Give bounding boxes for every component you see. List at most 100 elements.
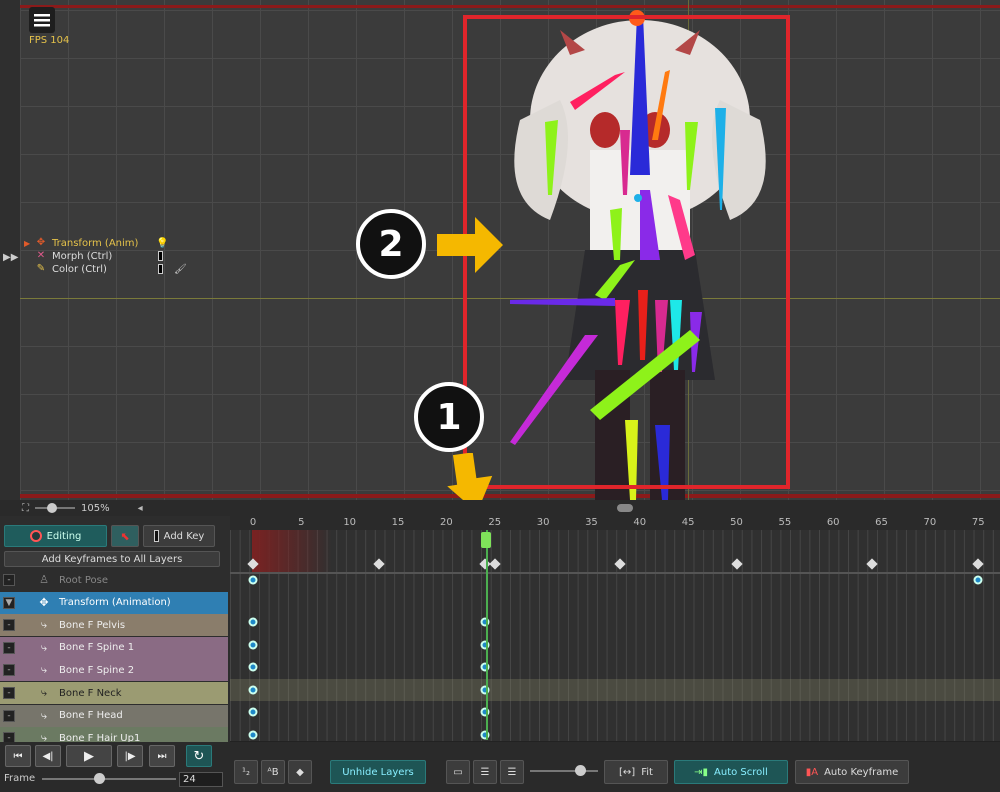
add-keyframes-all-button[interactable]: Add Keyframes to All Layers <box>4 551 220 567</box>
layer-option-transform[interactable]: ▶ ✥ Transform (Anim) 💡 <box>24 237 168 249</box>
brush-icon[interactable]: 🖌 <box>174 264 187 275</box>
frame-slider[interactable] <box>42 773 176 784</box>
first-frame-icon: ⏮ <box>13 750 23 762</box>
zoom-slider-thumb[interactable] <box>47 503 57 513</box>
timeline[interactable]: 0 5 10 15 20 25 30 35 40 45 50 55 60 65 70 75 <box>230 516 1000 742</box>
auto-keyframe-button[interactable]: ▮A Auto Keyframe <box>795 760 909 784</box>
layer-row[interactable]: - ⤷ Bone F Spine 1 <box>0 636 228 659</box>
layer-toggle[interactable]: - <box>3 687 15 699</box>
timeline-zoom-slider[interactable] <box>530 765 598 776</box>
scroll-left-icon[interactable]: ◂ <box>138 503 143 514</box>
fit-button[interactable]: [↔] Fit <box>604 760 668 784</box>
layer-option-color[interactable]: ✎ Color (Ctrl) 🖌 <box>34 263 187 275</box>
layer-row[interactable]: - ♙ Root Pose <box>0 569 228 591</box>
arrow-right-icon <box>437 217 503 273</box>
root-keyframe[interactable] <box>973 575 983 585</box>
layer-row[interactable]: ▼ ✥ Transform (Animation) <box>0 591 228 614</box>
layer-row[interactable]: - ⤷ Bone F Spine 2 <box>0 659 228 682</box>
fit-icon: [↔] <box>619 766 636 778</box>
layer-option-morph[interactable]: ✕ Morph (Ctrl) <box>34 250 163 262</box>
layer-toggle[interactable]: - <box>3 574 15 586</box>
layers-mode-button[interactable]: ◆ <box>288 760 312 784</box>
row-size-small-button[interactable]: ▭ <box>446 760 470 784</box>
ruler-tick-label: 10 <box>343 517 357 528</box>
label-mode-button[interactable]: ᴬB <box>261 760 285 784</box>
color-icon: ✎ <box>36 263 46 274</box>
root-keyframe[interactable] <box>248 575 258 585</box>
layer-toggle[interactable]: - <box>3 664 15 677</box>
timeline-zoom-thumb[interactable] <box>575 765 586 776</box>
layer-toggle[interactable]: - <box>3 709 15 722</box>
next-frame-button[interactable]: |▶ <box>117 745 143 767</box>
prev-frame-button[interactable]: ◀| <box>35 745 61 767</box>
frame-slider-thumb[interactable] <box>94 773 105 784</box>
layer-option-label: Morph (Ctrl) <box>52 250 113 262</box>
layer-row[interactable]: - ⤷ Bone F Head <box>0 704 228 727</box>
ruler-tick-label: 55 <box>778 517 792 528</box>
auto-scroll-label: Auto Scroll <box>714 766 768 778</box>
layer-option-label: Transform (Anim) <box>52 237 139 249</box>
bone-keyframe[interactable] <box>248 730 258 740</box>
ruler-tick-label: 70 <box>923 517 937 528</box>
layer-row[interactable]: - ⤷ Bone F Neck <box>0 682 228 704</box>
auto-keyframe-label: Auto Keyframe <box>824 766 899 778</box>
row-size-medium-button[interactable]: ☰ <box>473 760 497 784</box>
ruler-tick-label: 50 <box>730 517 743 528</box>
add-key-button[interactable]: Add Key <box>143 525 215 547</box>
frame-number-mode-button[interactable]: ¹₂ <box>234 760 258 784</box>
loop-button[interactable]: ↻ <box>186 745 212 767</box>
playhead-handle[interactable] <box>481 532 491 548</box>
layer-name: Bone F Spine 2 <box>59 664 135 676</box>
cursor-lock-icon: ⬉ <box>120 529 130 543</box>
ruler-tick-label: 60 <box>826 517 840 528</box>
bone-icon: ⤷ <box>40 640 48 654</box>
menu-button[interactable] <box>29 7 55 33</box>
step-1-badge: 1 <box>414 382 484 452</box>
zoom-bar: ⛶ 105% ◂ <box>20 500 1000 516</box>
zoom-value: 105% <box>81 502 110 514</box>
layer-toggle[interactable]: ▼ <box>3 596 15 609</box>
record-icon <box>29 530 42 542</box>
add-key-label: Add Key <box>163 530 205 542</box>
auto-scroll-button[interactable]: ⇥▮ Auto Scroll <box>674 760 788 784</box>
layer-name: Transform (Animation) <box>59 597 171 609</box>
horizontal-scrollbar-thumb[interactable] <box>617 504 633 512</box>
play-icon: ▶ <box>84 748 94 764</box>
bone-keyframe[interactable] <box>248 685 258 695</box>
bone-keyframe[interactable] <box>248 662 258 672</box>
bone-keyframe[interactable] <box>248 617 258 627</box>
layer-name: Bone F Neck <box>59 687 122 699</box>
frame-input[interactable]: 24 <box>179 772 223 787</box>
timeline-start-range <box>252 530 332 574</box>
last-frame-icon: ⏭ <box>157 750 167 762</box>
play-button[interactable]: ▶ <box>66 745 112 767</box>
morph-toggle-icon[interactable] <box>158 251 163 261</box>
row-large-icon: ☰ <box>507 766 517 778</box>
layer-toggle[interactable]: - <box>3 641 15 654</box>
lock-select-button[interactable]: ⬉ <box>111 525 139 547</box>
zoom-slider[interactable] <box>35 503 75 513</box>
bone-keyframe[interactable] <box>248 640 258 650</box>
expand-panel-icon[interactable]: ▶▶ <box>3 252 18 263</box>
timeline-ruler[interactable]: 0 5 10 15 20 25 30 35 40 45 50 55 60 65 70 75 <box>230 516 1000 530</box>
layer-toggle[interactable]: - <box>3 619 15 632</box>
bone-icon: ⤷ <box>40 708 48 722</box>
app-window: ▶▶ FPS 104 ▶ ✥ Transform (Anim) 💡 ✕ Morp… <box>0 0 1000 792</box>
transform-icon: ✥ <box>36 237 46 248</box>
fit-view-icon[interactable]: ⛶ <box>22 503 29 514</box>
color-toggle-icon[interactable] <box>158 264 163 274</box>
numbers-icon: ¹₂ <box>241 766 251 778</box>
last-frame-button[interactable]: ⏭ <box>149 745 175 767</box>
first-frame-button[interactable]: ⏮ <box>5 745 31 767</box>
ruler-tick-label: 0 <box>249 517 257 528</box>
editing-button[interactable]: Editing <box>4 525 107 547</box>
unhide-layers-button[interactable]: Unhide Layers <box>330 760 426 784</box>
ruler-tick-label: 20 <box>440 517 453 528</box>
ruler-tick-label: 65 <box>875 517 888 528</box>
ruler-tick-label: 40 <box>633 517 647 528</box>
bone-icon: ⤷ <box>40 663 48 677</box>
row-size-large-button[interactable]: ☰ <box>500 760 524 784</box>
bone-keyframe[interactable] <box>248 707 258 717</box>
layer-row[interactable]: - ⤷ Bone F Pelvis <box>0 614 228 637</box>
lightbulb-icon[interactable]: 💡 <box>156 238 168 249</box>
